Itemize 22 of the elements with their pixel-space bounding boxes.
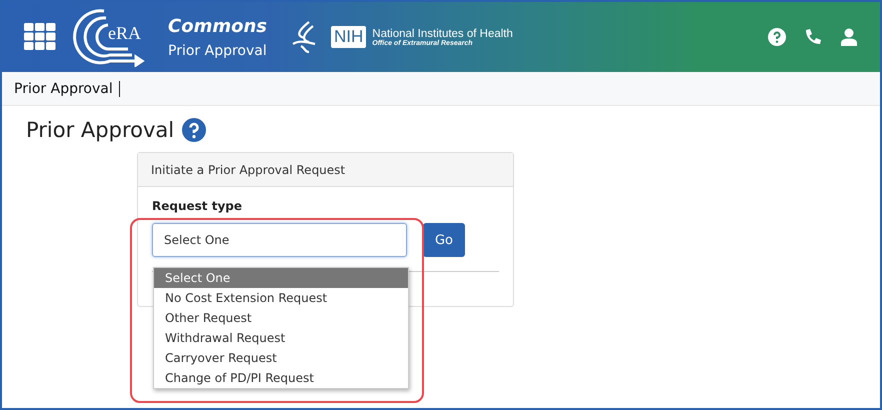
app-name: Commons	[168, 16, 267, 36]
field-label: Request type	[152, 199, 243, 213]
go-button[interactable]: Go	[423, 223, 465, 257]
institute-name: National Institutes of Health	[372, 28, 513, 40]
request-type-select[interactable]: Select One	[152, 223, 407, 257]
dropdown-option[interactable]: Withdrawal Request	[154, 328, 408, 348]
dropdown-option[interactable]: Select One	[154, 268, 408, 288]
dropdown-option[interactable]: Other Request	[154, 308, 408, 328]
nih-logo: NIH	[330, 26, 366, 48]
breadcrumb-item[interactable]: Prior Approval	[14, 80, 120, 96]
dropdown-option[interactable]: Carryover Request	[154, 348, 408, 368]
card-title: Initiate a Prior Approval Request	[138, 153, 513, 187]
help-icon[interactable]	[768, 28, 786, 46]
page-title: Prior Approval	[26, 118, 174, 142]
help-icon[interactable]	[182, 118, 206, 142]
menu-icon[interactable]	[24, 23, 56, 51]
dropdown-option[interactable]: No Cost Extension Request	[154, 288, 408, 308]
dropdown-option[interactable]: Change of PD/PI Request	[154, 368, 408, 388]
app-subtitle: Prior Approval	[168, 42, 267, 58]
logo-text: eRA	[108, 23, 141, 44]
phone-icon[interactable]	[804, 28, 822, 46]
user-icon[interactable]	[840, 28, 858, 46]
